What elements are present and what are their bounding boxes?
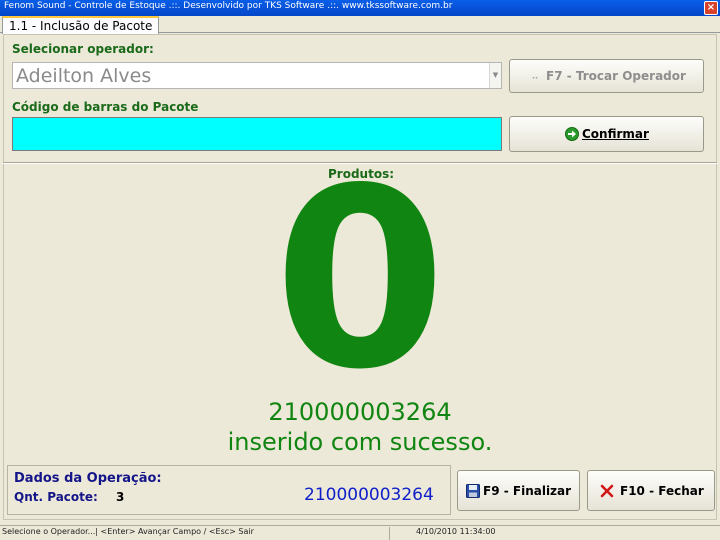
- operator-label: Selecionar operador:: [12, 42, 154, 56]
- green-arrow-icon: [565, 127, 579, 141]
- operator-select[interactable]: Adeilton Alves ▼: [12, 62, 502, 89]
- dropdown-arrow-icon[interactable]: ▼: [489, 63, 501, 88]
- qty-label: Qnt. Pacote:: [14, 490, 98, 504]
- operation-label: Dados da Operação:: [14, 471, 162, 486]
- status-hint: Selecione o Operador...| <Enter> Avançar…: [0, 527, 390, 540]
- finalize-button[interactable]: F9 - Finalizar: [457, 470, 580, 511]
- status-datetime: 4/10/2010 11:34:00: [416, 527, 496, 536]
- qty-value: 3: [116, 490, 125, 504]
- tab-inclusao-pacote[interactable]: 1.1 - Inclusão de Pacote: [2, 16, 160, 34]
- change-operator-label: F7 - Trocar Operador: [546, 69, 686, 83]
- red-x-icon: [600, 484, 614, 497]
- floppy-disk-icon: [466, 483, 480, 498]
- confirm-button[interactable]: Confirmar: [509, 116, 704, 152]
- operation-last-code: 210000003264: [304, 485, 434, 505]
- close-label: F10 - Fechar: [620, 483, 704, 498]
- status-bar: Selecione o Operador...| <Enter> Avançar…: [0, 525, 720, 540]
- change-operator-icon: ..: [532, 71, 539, 81]
- operator-selected-value: Adeilton Alves: [16, 65, 152, 87]
- product-count: 0: [273, 136, 447, 424]
- window-close-button[interactable]: ×: [704, 1, 718, 15]
- confirm-label: Confirmar: [582, 127, 649, 141]
- last-product-code: 210000003264: [268, 398, 452, 426]
- title-bar: Fenom Sound - Controle de Estoque .::. D…: [0, 0, 720, 16]
- finalize-label: F9 - Finalizar: [483, 483, 572, 498]
- success-message: inserido com sucesso.: [227, 428, 493, 456]
- close-button[interactable]: F10 - Fechar: [587, 470, 715, 511]
- barcode-label: Código de barras do Pacote: [12, 100, 199, 114]
- window-title: Fenom Sound - Controle de Estoque .::. D…: [4, 1, 453, 11]
- tab-strip: 1.1 - Inclusão de Pacote: [0, 16, 720, 34]
- change-operator-button[interactable]: .. F7 - Trocar Operador: [509, 59, 704, 93]
